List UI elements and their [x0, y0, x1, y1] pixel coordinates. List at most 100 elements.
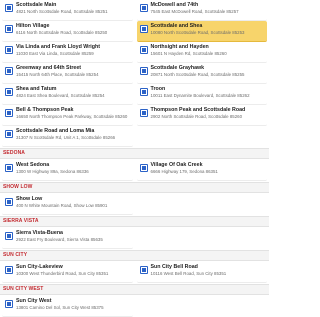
- branch-text: Scottsdale and Shea 10080 North Scottsdal…: [151, 23, 245, 36]
- branch-address: 11030 East Via Linda, Scottsdale 85259: [16, 51, 94, 56]
- location-icon: [139, 67, 148, 75]
- location-icon: [5, 67, 13, 75]
- branch-text: Greenway and 64th Street 15415 North 64th…: [16, 65, 99, 78]
- location-icon: [5, 25, 13, 33]
- branch-card[interactable]: Scottsdale Main 4821 North Scottsdale Roa…: [2, 0, 133, 21]
- location-icon: [5, 300, 13, 308]
- branch-text: Sun City Bell Road 10116 West Bell Road, …: [151, 264, 227, 277]
- branch-card[interactable]: McDowell and 74th 7545 East McDowell Road…: [136, 0, 267, 21]
- branch-name[interactable]: Thompson Peak and Scottsdale Road: [151, 107, 246, 114]
- branch-row: Via Linda and Frank Lloyd Wright 11030 Ea…: [0, 42, 269, 63]
- branch-name[interactable]: Hilton Village: [16, 23, 107, 30]
- branch-card[interactable]: Shea and Tatum 4824 East Shea Boulevard, …: [2, 84, 133, 105]
- branch-card[interactable]: Hilton Village 6116 North Scottsdale Road…: [2, 21, 133, 42]
- branch-name[interactable]: Sun City West: [16, 298, 104, 305]
- branch-address: 16650 North Thompson Peak Parkway, Scott…: [16, 114, 128, 119]
- location-icon: [5, 232, 13, 240]
- branch-row: Shea and Tatum 4824 East Shea Boulevard, …: [0, 84, 269, 105]
- branch-text: McDowell and 74th 7545 East McDowell Road…: [151, 2, 239, 15]
- branch-address: 13801 Camino Del Sol, Sun City West 8537…: [16, 305, 104, 310]
- location-icon: [139, 164, 148, 172]
- empty-slot: [137, 228, 268, 249]
- branch-card[interactable]: Thompson Peak and Scottsdale Road 2902 No…: [136, 105, 267, 126]
- branch-row: Sierra Vista-Buena 2922 East Fry Boulevar…: [0, 228, 269, 249]
- empty-slot: [137, 126, 268, 147]
- branch-card[interactable]: Sierra Vista-Buena 2922 East Fry Boulevar…: [2, 228, 133, 249]
- location-icon: [5, 46, 13, 54]
- branch-name[interactable]: Shea and Tatum: [16, 86, 105, 93]
- branch-name[interactable]: Scottsdale Grayhawk: [151, 65, 245, 72]
- branch-text: Show Low 400 N White Mountain Road, Show …: [16, 196, 107, 209]
- branch-name[interactable]: Village Of Oak Creek: [151, 162, 218, 169]
- branch-address: 10300 West Thunderbird Road, Sun City 85…: [16, 271, 109, 276]
- branch-name[interactable]: Sun City Bell Road: [151, 264, 227, 271]
- branch-text: Village Of Oak Creek 6666 Highway 179, Se…: [151, 162, 218, 175]
- branch-name[interactable]: McDowell and 74th: [151, 2, 239, 9]
- branch-text: Troon 10011 East Dynamite Boulevard, Scot…: [151, 86, 250, 99]
- location-icon: [5, 266, 13, 274]
- location-icon: [139, 25, 148, 33]
- branch-list: Scottsdale Main 4821 North Scottsdale Roa…: [0, 0, 269, 317]
- location-icon: [5, 88, 13, 96]
- location-icon: [5, 164, 13, 172]
- branch-row: Hilton Village 6116 North Scottsdale Road…: [0, 21, 269, 42]
- branch-name[interactable]: Troon: [151, 86, 250, 93]
- branch-card[interactable]: Show Low 400 N White Mountain Road, Show …: [2, 194, 133, 215]
- branch-text: Via Linda and Frank Lloyd Wright 11030 Ea…: [16, 44, 100, 57]
- location-icon: [5, 198, 13, 206]
- branch-card[interactable]: Scottsdale Grayhawk 20871 North Scottsdal…: [136, 63, 267, 84]
- branch-card[interactable]: Sun City West 13801 Camino Del Sol, Sun C…: [2, 296, 133, 317]
- branch-name[interactable]: Scottsdale Road and Loma Mia: [16, 128, 115, 135]
- branch-name[interactable]: Sun City-Lakeview: [16, 264, 108, 271]
- branch-text: Scottsdale Main 4821 North Scottsdale Roa…: [16, 2, 108, 15]
- branch-card[interactable]: Village Of Oak Creek 6666 Highway 179, Se…: [136, 160, 267, 181]
- branch-address: 4824 East Shea Boulevard, Scottsdale 852…: [16, 93, 105, 98]
- location-icon: [139, 46, 148, 54]
- branch-text: Bell & Thompson Peak 16650 North Thompson…: [16, 107, 127, 120]
- branch-card[interactable]: Via Linda and Frank Lloyd Wright 11030 Ea…: [2, 42, 133, 63]
- branch-card[interactable]: Troon 10011 East Dynamite Boulevard, Scot…: [136, 84, 267, 105]
- branch-text: Sun City-Lakeview 10300 West Thunderbird …: [16, 264, 108, 277]
- branch-address: 15415 North 64th Place, Scottsdale 85254: [16, 72, 99, 77]
- branch-row: Show Low 400 N White Mountain Road, Show …: [0, 194, 269, 215]
- location-icon: [5, 4, 13, 12]
- branch-name[interactable]: Scottsdale Main: [16, 2, 108, 9]
- branch-row: Greenway and 64th Street 15415 North 64th…: [0, 63, 269, 84]
- branch-card[interactable]: Sun City-Lakeview 10300 West Thunderbird …: [2, 262, 133, 283]
- branch-name[interactable]: Northsight and Hayden: [151, 44, 227, 51]
- section-header: SUN CITY: [0, 250, 269, 261]
- branch-name[interactable]: Bell & Thompson Peak: [16, 107, 127, 114]
- branch-name[interactable]: West Sedona: [16, 162, 89, 169]
- branch-text: Hilton Village 6116 North Scottsdale Road…: [16, 23, 107, 36]
- branch-card[interactable]: Scottsdale Road and Loma Mia 31307 N Scot…: [2, 126, 133, 147]
- branch-name[interactable]: Scottsdale and Shea: [151, 23, 245, 30]
- branch-address: 10116 West Bell Road, Sun City 85351: [150, 271, 227, 276]
- branch-name[interactable]: Via Linda and Frank Lloyd Wright: [16, 44, 100, 51]
- branch-name[interactable]: Sierra Vista-Buena: [16, 230, 103, 237]
- branch-card[interactable]: Bell & Thompson Peak 16650 North Thompson…: [2, 105, 133, 126]
- branch-address: 20871 North Scottsdale Road, Scottsdale …: [150, 72, 245, 77]
- branch-address: 6116 North Scottsdale Road, Scottsdale 8…: [16, 30, 108, 35]
- branch-card[interactable]: West Sedona 1300 W Highway 89a, Sedona 86…: [2, 160, 133, 181]
- branch-address: 15601 N Hayden Rd, Scottsdale 85260: [150, 51, 227, 56]
- branch-name[interactable]: Show Low: [16, 196, 107, 203]
- location-icon: [139, 266, 148, 274]
- branch-address: 31307 N Scottsdale Rd, Unit A 1, Scottsd…: [16, 135, 116, 140]
- section-header: SIERRA VISTA: [0, 216, 269, 227]
- branch-row: Scottsdale Road and Loma Mia 31307 N Scot…: [0, 126, 269, 147]
- branch-card[interactable]: Greenway and 64th Street 15415 North 64th…: [2, 63, 133, 84]
- branch-name[interactable]: Greenway and 64th Street: [16, 65, 99, 72]
- branch-address: 10080 North Scottsdale Road, Scottsdale …: [150, 30, 245, 35]
- section-header: SUN CITY WEST: [0, 284, 269, 295]
- empty-slot: [137, 296, 268, 317]
- branch-card[interactable]: Scottsdale and Shea 10080 North Scottsdal…: [136, 21, 267, 42]
- branch-card[interactable]: Northsight and Hayden 15601 N Hayden Rd, …: [136, 42, 267, 63]
- branch-address: 7545 East McDowell Road, Scottsdale 8525…: [150, 9, 239, 14]
- empty-slot: [137, 194, 268, 215]
- branch-card[interactable]: Sun City Bell Road 10116 West Bell Road, …: [136, 262, 267, 283]
- branch-address: 1300 W Highway 89a, Sedona 86336: [16, 169, 89, 174]
- branch-row: Bell & Thompson Peak 16650 North Thompson…: [0, 105, 269, 126]
- branch-row: Sun City-Lakeview 10300 West Thunderbird …: [0, 262, 269, 283]
- branch-row: West Sedona 1300 W Highway 89a, Sedona 86…: [0, 160, 269, 181]
- branch-address: 2922 East Fry Boulevard, Sierra Vista 85…: [16, 237, 103, 242]
